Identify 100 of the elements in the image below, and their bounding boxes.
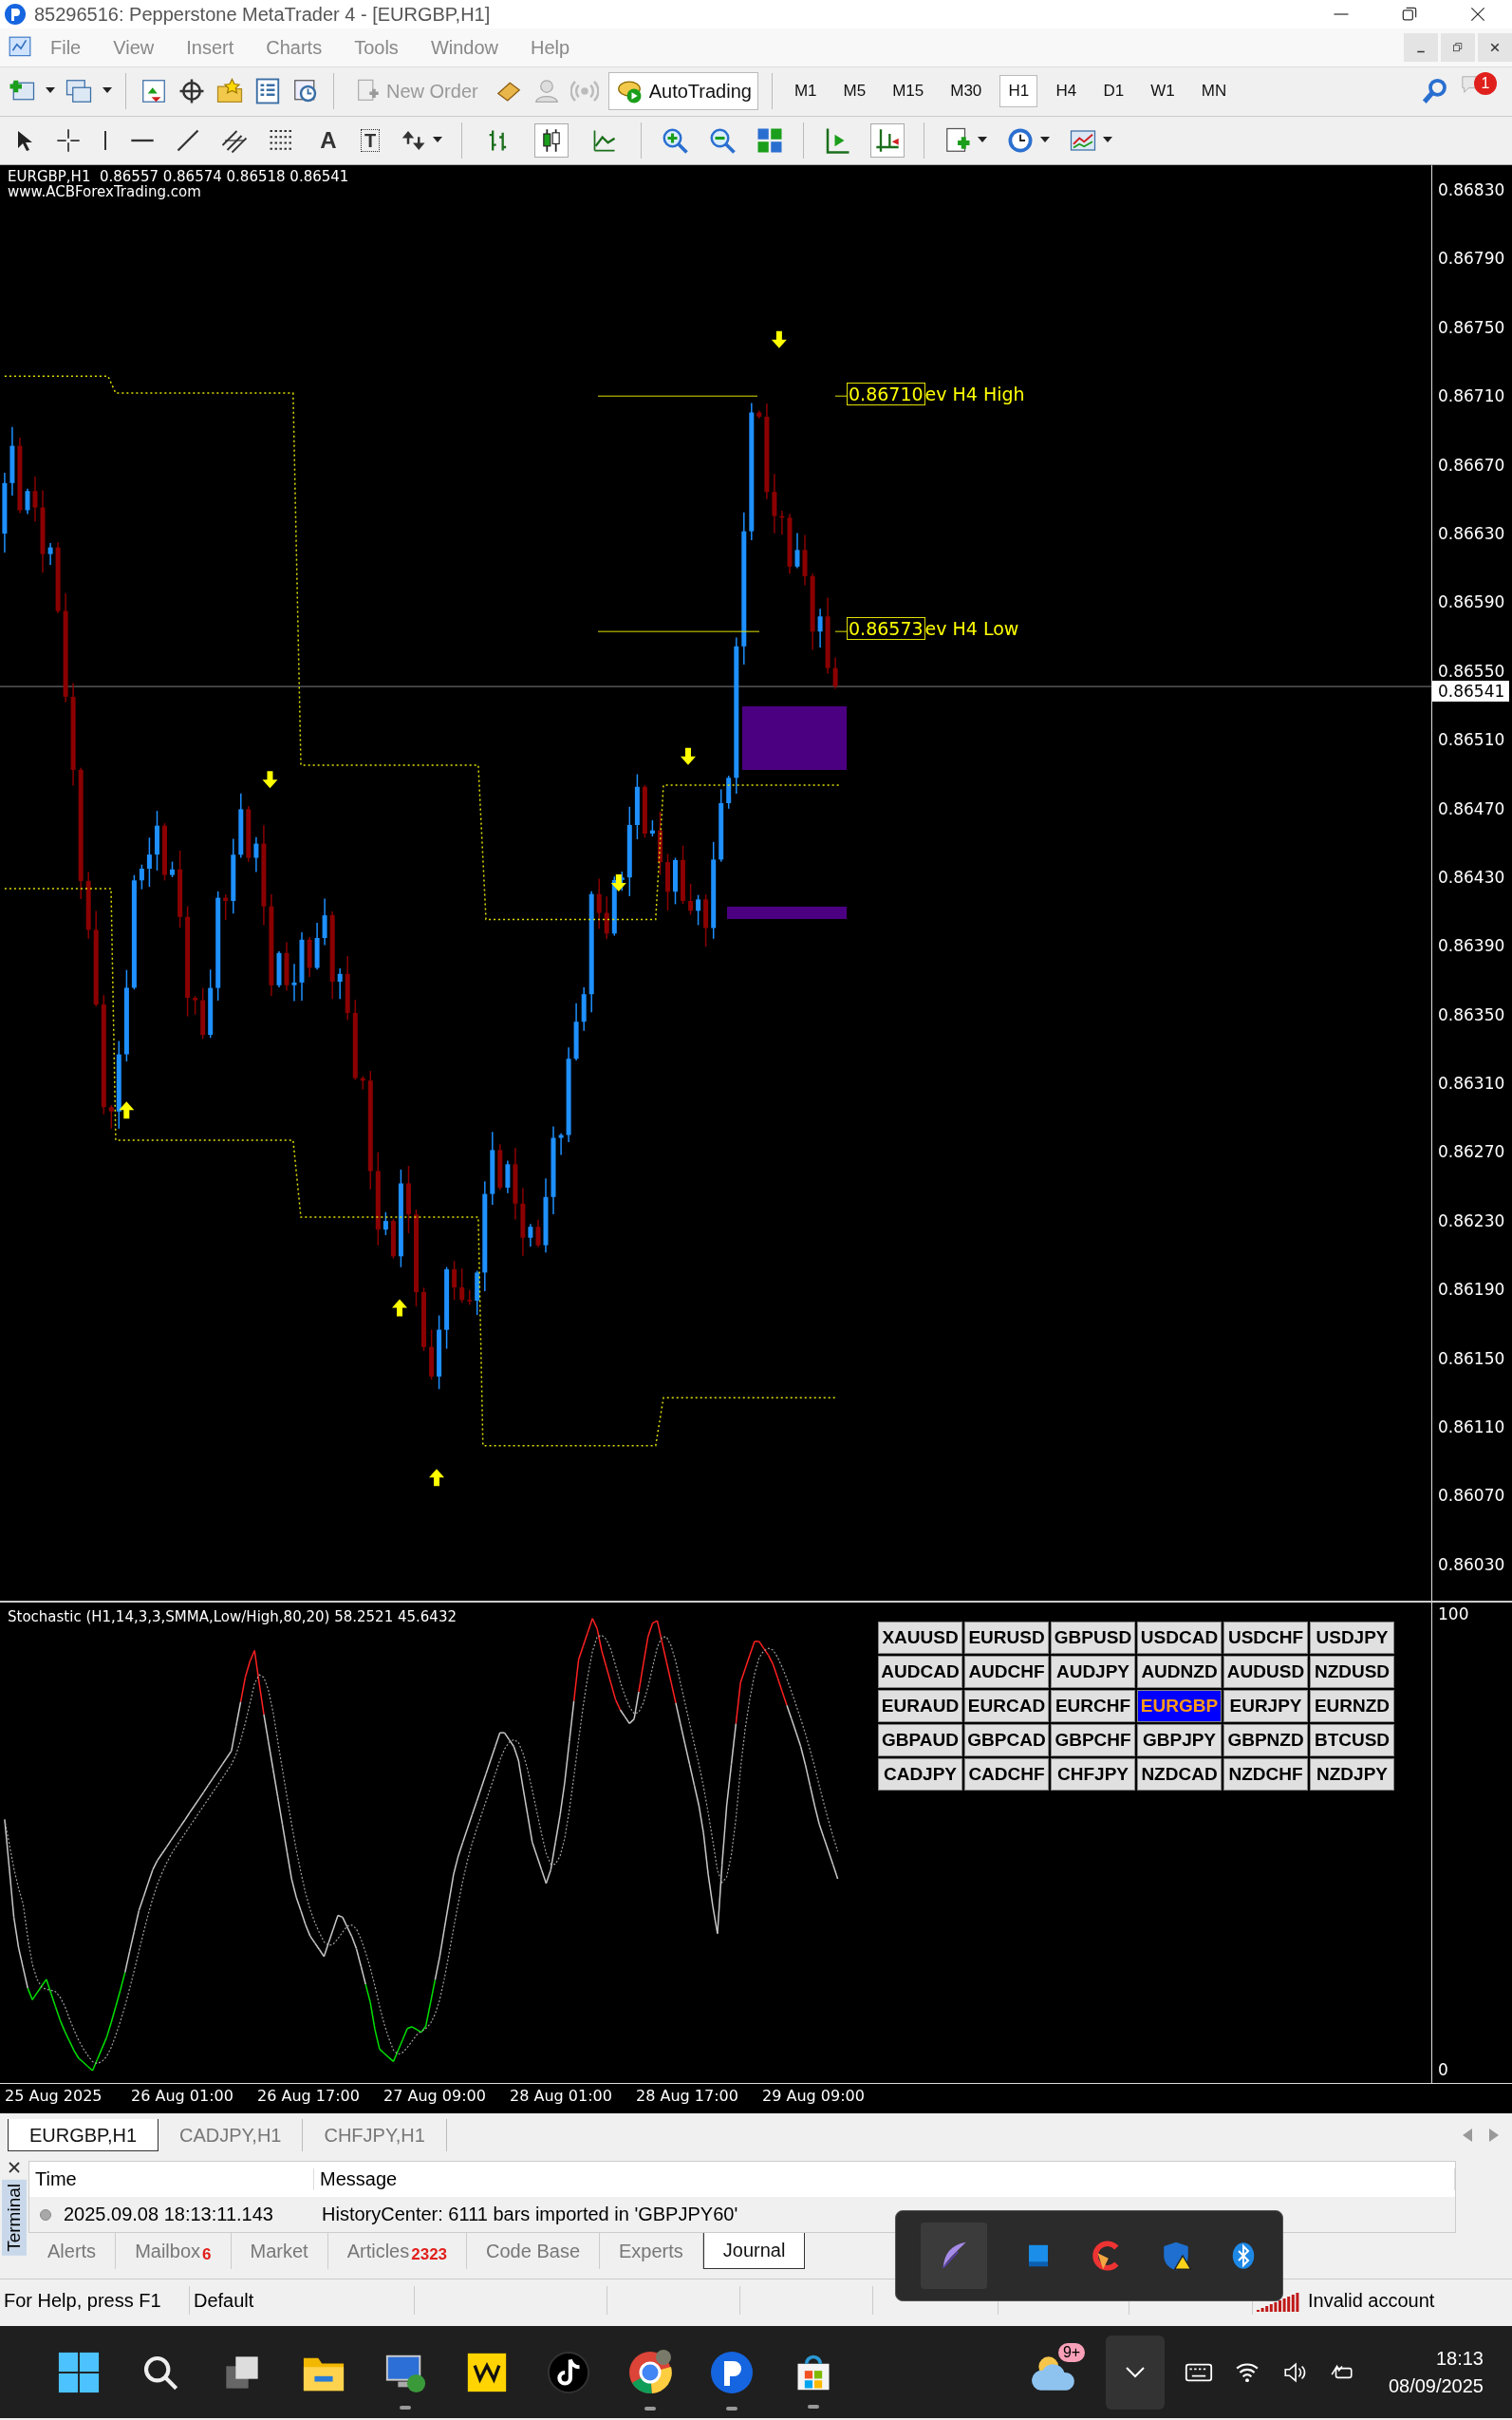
terminal-tab[interactable]: Alerts bbox=[28, 2233, 117, 2269]
price-tick: 0.86150 bbox=[1437, 1348, 1505, 1368]
symbol-button[interactable]: EURJPY bbox=[1223, 1690, 1308, 1722]
symbol-button[interactable]: AUDCHF bbox=[964, 1656, 1049, 1688]
symbol-button[interactable]: AUDUSD bbox=[1223, 1656, 1308, 1688]
column-header[interactable]: Message bbox=[314, 2168, 1455, 2190]
timeframe-button[interactable]: W1 bbox=[1142, 75, 1184, 107]
timeframe-button[interactable]: M30 bbox=[942, 75, 991, 107]
symbol-button[interactable]: CADCHF bbox=[964, 1758, 1049, 1791]
time-tick: 28 Aug 01:00 bbox=[509, 2086, 613, 2107]
level-label: ev H4 High bbox=[924, 384, 1025, 404]
symbol-button[interactable]: EURCAD bbox=[964, 1690, 1049, 1722]
timeframe-button[interactable]: M15 bbox=[884, 75, 933, 107]
price-tick: 0.86750 bbox=[1437, 317, 1505, 337]
table-cell: 2025.09.08 18:13:11.143 bbox=[64, 2204, 273, 2225]
symbol-button[interactable]: GBPJPY bbox=[1137, 1724, 1222, 1756]
symbol-button[interactable]: CHFJPY bbox=[1051, 1758, 1135, 1791]
chart-tab[interactable]: CADJPY,H1 bbox=[159, 2119, 304, 2151]
level-label: ev H4 Low bbox=[924, 618, 1019, 639]
symbol-button[interactable]: USDCHF bbox=[1223, 1622, 1308, 1654]
status-text: For Help, press F1 bbox=[0, 2286, 190, 2315]
time-tick: 26 Aug 01:00 bbox=[130, 2086, 234, 2107]
timeframe-button[interactable]: D1 bbox=[1094, 75, 1133, 107]
price-tick: 0.86270 bbox=[1437, 1142, 1505, 1162]
price-tick: 0.86670 bbox=[1437, 455, 1505, 475]
timeframe-button[interactable]: H4 bbox=[1047, 75, 1086, 107]
terminal-label: Terminal bbox=[2, 2180, 27, 2256]
price-tick: 0.86030 bbox=[1437, 1554, 1505, 1574]
terminal-tab[interactable]: Market bbox=[231, 2233, 328, 2269]
price-tick: 0.86390 bbox=[1437, 936, 1505, 956]
price-tick: 0.86350 bbox=[1437, 1004, 1505, 1024]
symbol-button[interactable]: EURUSD bbox=[964, 1622, 1049, 1654]
time-tick: 28 Aug 17:00 bbox=[635, 2086, 739, 2107]
price-tick: 0.86590 bbox=[1437, 592, 1505, 612]
symbol-button[interactable]: EURCHF bbox=[1051, 1690, 1135, 1722]
time-tick: 27 Aug 09:00 bbox=[383, 2086, 487, 2107]
symbol-button[interactable]: AUDNZD bbox=[1137, 1656, 1222, 1688]
text-label-tool[interactable]: T bbox=[361, 129, 381, 152]
indicator-title: Stochastic (H1,14,3,3,SMMA,Low/High,80,20) 58.2521 45.6432 bbox=[8, 1608, 457, 1625]
symbol-button[interactable]: USDJPY bbox=[1310, 1622, 1394, 1654]
price-tick: 0.86190 bbox=[1437, 1280, 1505, 1300]
text-tool[interactable]: A bbox=[315, 127, 342, 154]
price-tick: 0.86630 bbox=[1437, 523, 1505, 543]
level-price: 0.86710 bbox=[847, 383, 925, 405]
profile-name: Default bbox=[190, 2286, 415, 2315]
symbol-button[interactable]: GBPUSD bbox=[1051, 1622, 1135, 1654]
symbol-button[interactable]: GBPCHF bbox=[1051, 1724, 1135, 1756]
column-header[interactable]: Time bbox=[29, 2168, 314, 2190]
window-title: 85296516: Pepperstone MetaTrader 4 - [EURGBP,H1] bbox=[34, 3, 491, 26]
symbol-button[interactable]: CADJPY bbox=[878, 1758, 962, 1791]
terminal-tab[interactable]: Experts bbox=[600, 2233, 703, 2269]
timeframe-button[interactable]: MN bbox=[1192, 75, 1236, 107]
notification-badge[interactable]: 1 bbox=[1459, 74, 1497, 108]
symbol-button[interactable]: NZDJPY bbox=[1310, 1758, 1394, 1791]
connection-status: Invalid account bbox=[1308, 2289, 1435, 2313]
symbol-button[interactable]: NZDCAD bbox=[1137, 1758, 1222, 1791]
price-tick: 0.86470 bbox=[1437, 798, 1505, 818]
current-price-label: 0.86541 bbox=[1432, 681, 1510, 703]
symbol-button[interactable]: EURAUD bbox=[878, 1690, 962, 1722]
symbol-button[interactable]: USDCAD bbox=[1137, 1622, 1222, 1654]
autotrading-button[interactable]: AutoTrading bbox=[607, 72, 758, 110]
weather-badge: 9+ bbox=[1057, 2342, 1086, 2362]
timeframe-button[interactable]: H1 bbox=[999, 75, 1038, 107]
symbol-button[interactable]: GBPCAD bbox=[964, 1724, 1049, 1756]
price-tick: 0.86790 bbox=[1437, 249, 1505, 269]
price-tick: 0.86230 bbox=[1437, 1210, 1505, 1230]
symbol-button[interactable]: NZDCHF bbox=[1223, 1758, 1308, 1791]
clock-time: 18:13 bbox=[1435, 2347, 1484, 2370]
terminal-tab[interactable]: Journal bbox=[702, 2233, 806, 2269]
symbol-button[interactable]: NZDUSD bbox=[1310, 1656, 1394, 1688]
chart-symbol-quote: EURGBP,H1 0.86557 0.86574 0.86518 0.86541 bbox=[8, 169, 349, 184]
level-price: 0.86573 bbox=[847, 617, 925, 640]
time-tick: 26 Aug 17:00 bbox=[256, 2086, 361, 2107]
symbol-button[interactable]: AUDCAD bbox=[878, 1656, 962, 1688]
notification-count: 1 bbox=[1474, 72, 1497, 95]
table-cell-text: HistoryCenter: 6111 bars imported in 'GBPJPY60' bbox=[321, 2204, 739, 2225]
price-tick: 0.86830 bbox=[1437, 180, 1505, 199]
price-tick: 0.86510 bbox=[1437, 730, 1505, 750]
symbol-button[interactable]: XAUUSD bbox=[878, 1622, 962, 1654]
timeframe-button[interactable]: M5 bbox=[834, 75, 875, 107]
chart-tab[interactable]: EURGBP,H1 bbox=[8, 2119, 159, 2151]
price-tick: 0.86310 bbox=[1437, 1074, 1505, 1094]
terminal-tab[interactable]: Code Base bbox=[467, 2233, 600, 2269]
symbol-button[interactable]: AUDJPY bbox=[1051, 1656, 1135, 1688]
symbol-button[interactable]: GBPNZD bbox=[1223, 1724, 1308, 1756]
price-tick: 0.86550 bbox=[1437, 661, 1505, 681]
site-label: www.ACBForexTrading.com bbox=[8, 184, 201, 199]
clock-date: 08/09/2025 bbox=[1388, 2374, 1484, 2397]
axis-min: 0 bbox=[1438, 2060, 1449, 2079]
symbol-button[interactable]: BTCUSD bbox=[1310, 1724, 1394, 1756]
axis-max: 100 bbox=[1438, 1604, 1470, 1623]
price-tick: 0.86070 bbox=[1437, 1486, 1505, 1506]
time-tick: 29 Aug 09:00 bbox=[761, 2086, 866, 2107]
timeframe-button[interactable]: M1 bbox=[785, 75, 826, 107]
symbol-button[interactable]: EURGBP bbox=[1137, 1690, 1222, 1722]
chart-tab[interactable]: CHFJPY,H1 bbox=[303, 2119, 447, 2151]
price-tick: 0.86430 bbox=[1437, 867, 1505, 887]
symbol-button[interactable]: EURNZD bbox=[1310, 1690, 1394, 1722]
price-tick: 0.86710 bbox=[1437, 386, 1505, 406]
symbol-button[interactable]: GBPAUD bbox=[878, 1724, 962, 1756]
